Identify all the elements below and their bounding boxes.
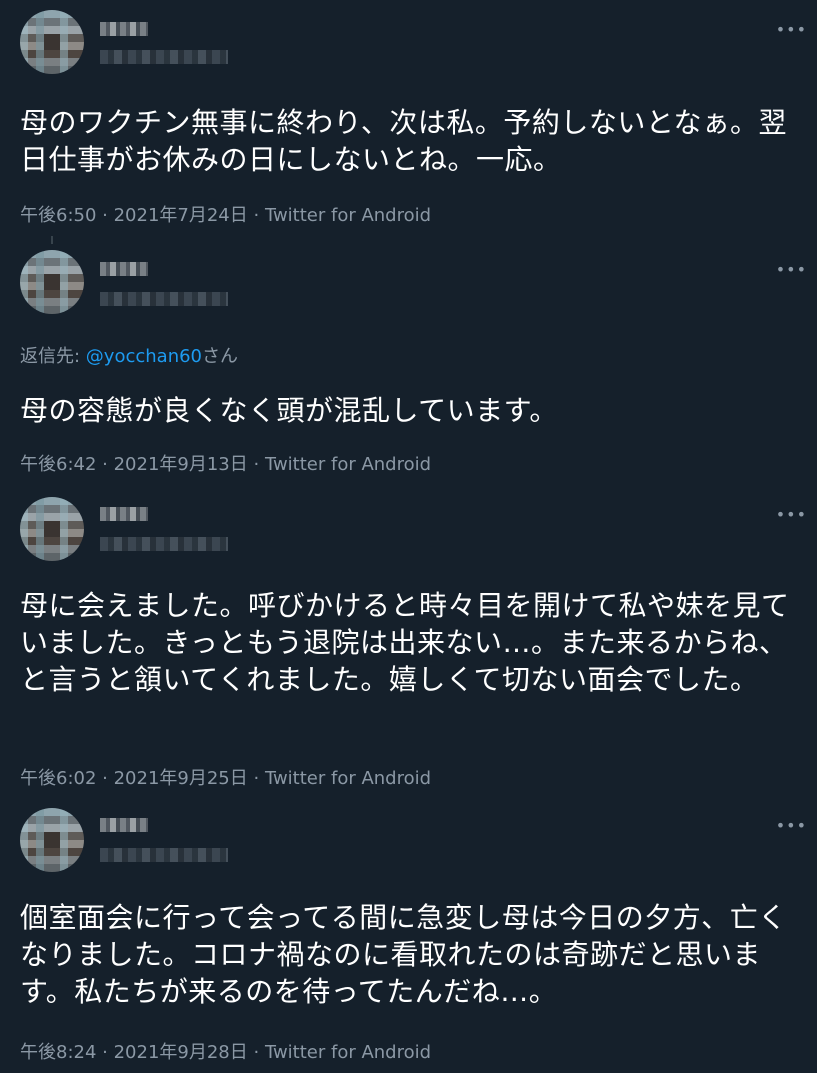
meta-separator: · [247, 768, 265, 789]
tweet-time[interactable]: 午後6:50 [20, 205, 96, 226]
display-name-blurred[interactable] [100, 22, 148, 36]
tweet-source[interactable]: Twitter for Android [265, 205, 431, 226]
tweet-source[interactable]: Twitter for Android [265, 768, 431, 789]
tweet-time[interactable]: 午後6:42 [20, 454, 96, 475]
meta-separator: · [96, 454, 114, 475]
username-blurred[interactable] [100, 848, 228, 862]
avatar[interactable] [20, 808, 84, 872]
username-blurred[interactable] [100, 537, 228, 551]
tweet-date[interactable]: 2021年9月25日 [114, 768, 248, 789]
tweet-text: 母の容態が良くなく頭が混乱しています。 [20, 394, 558, 427]
tweet: ••• 個室面会に行って会ってる間に急変し母は今日の夕方、亡くなりました。コロナ… [0, 798, 817, 1073]
tweet: ••• 母のワクチン無事に終わり、次は私。予約しないとなぁ。翌日仕事がお休みの日… [0, 0, 817, 235]
tweet-timestamp[interactable]: 午後6:42 · 2021年9月13日 · Twitter for Androi… [20, 454, 431, 476]
more-options-icon[interactable]: ••• [776, 818, 807, 834]
tweet-text: 母のワクチン無事に終わり、次は私。予約しないとなぁ。翌日仕事がお休みの日にしない… [20, 106, 787, 176]
tweet-date[interactable]: 2021年9月28日 [114, 1042, 248, 1063]
reply-label: 返信先: [20, 346, 86, 367]
avatar[interactable] [20, 250, 84, 314]
tweet-date[interactable]: 2021年9月13日 [114, 454, 248, 475]
meta-separator: · [247, 205, 265, 226]
tweet: ••• 母に会えました。呼びかけると時々目を開けて私や妹を見ていました。きっとも… [0, 487, 817, 797]
more-options-icon[interactable]: ••• [776, 22, 807, 38]
meta-separator: · [96, 205, 114, 226]
tweet-text: 母に会えました。呼びかけると時々目を開けて私や妹を見ていました。きっともう退院は… [20, 589, 790, 696]
tweet-time[interactable]: 午後6:02 [20, 768, 96, 789]
reply-to: 返信先: @yocchan60さん [20, 346, 238, 368]
meta-separator: · [247, 454, 265, 475]
username-blurred[interactable] [100, 50, 228, 64]
tweet-timestamp[interactable]: 午後6:02 · 2021年9月25日 · Twitter for Androi… [20, 768, 431, 790]
tweet-date[interactable]: 2021年7月24日 [114, 205, 248, 226]
reply-suffix: さん [202, 346, 239, 367]
tweet-text: 個室面会に行って会ってる間に急変し母は今日の夕方、亡くなりました。コロナ禍なのに… [20, 901, 787, 1008]
more-options-icon[interactable]: ••• [776, 507, 807, 523]
display-name-blurred[interactable] [100, 507, 148, 521]
username-blurred[interactable] [100, 292, 228, 306]
more-options-icon[interactable]: ••• [776, 262, 807, 278]
meta-separator: · [247, 1042, 265, 1063]
tweet-timestamp[interactable]: 午後8:24 · 2021年9月28日 · Twitter for Androi… [20, 1042, 431, 1064]
tweet-source[interactable]: Twitter for Android [265, 454, 431, 475]
tweet-source[interactable]: Twitter for Android [265, 1042, 431, 1063]
tweet-time[interactable]: 午後8:24 [20, 1042, 96, 1063]
display-name-blurred[interactable] [100, 262, 148, 276]
thread-connector [51, 236, 53, 244]
avatar[interactable] [20, 497, 84, 561]
display-name-blurred[interactable] [100, 818, 148, 832]
tweet-timestamp[interactable]: 午後6:50 · 2021年7月24日 · Twitter for Androi… [20, 205, 431, 227]
meta-separator: · [96, 1042, 114, 1063]
tweet: ••• 返信先: @yocchan60さん 母の容態が良くなく頭が混乱しています… [0, 236, 817, 486]
reply-mention-link[interactable]: @yocchan60 [86, 346, 202, 367]
avatar[interactable] [20, 10, 84, 74]
meta-separator: · [96, 768, 114, 789]
